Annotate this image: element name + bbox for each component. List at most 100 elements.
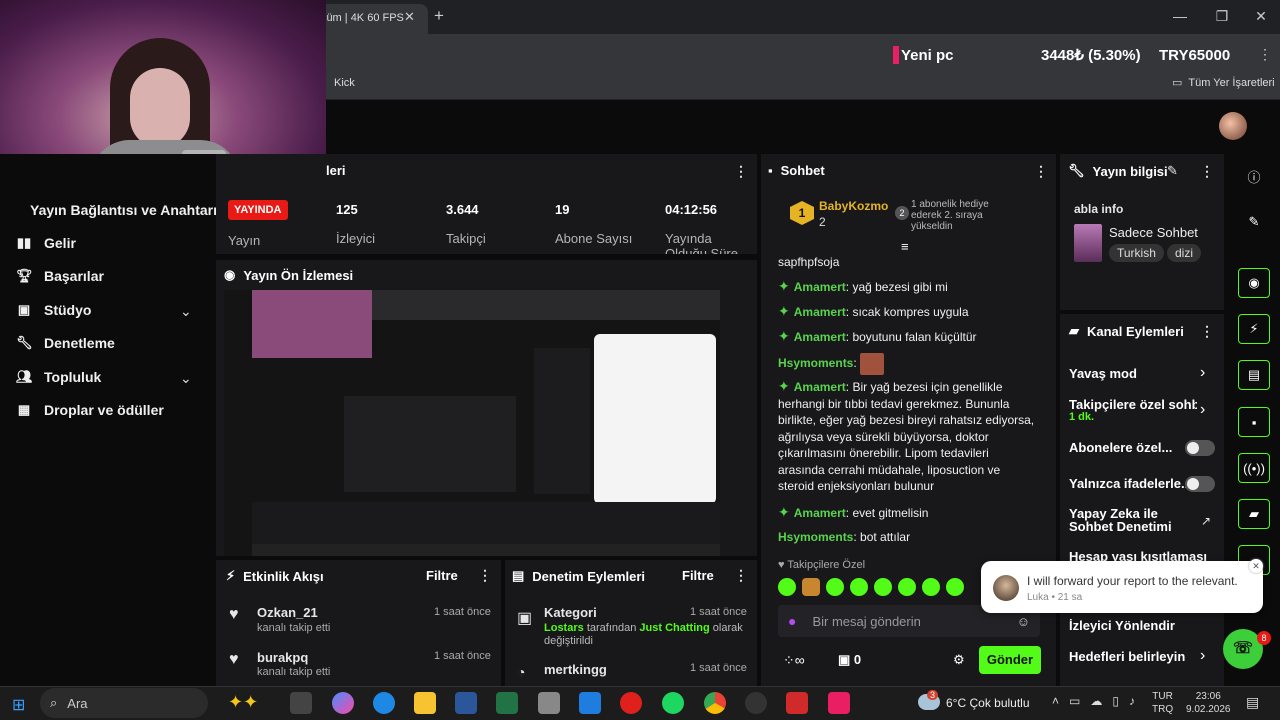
close-tab-icon[interactable]: ✕ [404, 9, 415, 25]
settings-icon[interactable]: ⚙︎ [953, 652, 965, 668]
action-raid[interactable]: İzleyici Yönlendir [1069, 618, 1175, 633]
message-user[interactable]: Hsymoments [778, 356, 853, 370]
word-icon[interactable] [455, 692, 477, 714]
infinity-icon[interactable]: ⁘∞ [783, 652, 805, 669]
chevron-right-icon[interactable]: › [1200, 647, 1205, 665]
activity-more-icon[interactable]: ⋮ [478, 567, 492, 584]
store-icon[interactable] [579, 692, 601, 714]
camera-rail-icon[interactable]: ◉ [1238, 268, 1270, 298]
subs-only-toggle[interactable] [1185, 440, 1215, 456]
edit-icon[interactable]: ✎ [1167, 163, 1178, 179]
copilot-app-icon[interactable] [332, 692, 354, 714]
close-window-icon[interactable]: ✕ [1251, 8, 1271, 25]
emote-icon[interactable] [898, 578, 916, 596]
emote-icon[interactable] [826, 578, 844, 596]
bolt-rail-icon[interactable]: ⚡︎ [1238, 314, 1270, 344]
chat-message: ✦ Amamert: evet gitmelisin [778, 504, 929, 520]
toast-close-icon[interactable]: ✕ [1249, 559, 1263, 573]
clock[interactable]: 23:06 9.02.2026 [1186, 690, 1231, 716]
tag-chip[interactable]: Turkish [1109, 244, 1164, 262]
emote-icon[interactable] [874, 578, 892, 596]
spotify-icon[interactable] [662, 692, 684, 714]
message-user[interactable]: Hsymoments [778, 530, 853, 544]
moderation-more-icon[interactable]: ⋮ [734, 567, 748, 584]
new-tab-icon[interactable]: + [434, 6, 444, 26]
sidebar-item-stream-key[interactable]: Yayın Bağlantısı ve Anahtarı [30, 202, 217, 218]
copilot-sparkle-icon[interactable]: ✦✦ [228, 692, 258, 713]
file-explorer-icon[interactable] [414, 692, 436, 714]
sidebar-item-community[interactable]: 👥︎ Topluluk [16, 369, 101, 385]
all-bookmarks[interactable]: ▭ Tüm Yer İşaretleri [1172, 76, 1275, 90]
sidebar-item-moderation[interactable]: 🔧︎ Denetleme [16, 335, 115, 351]
sidebar-item-revenue[interactable]: ▮▮ Gelir [16, 235, 76, 251]
more-menu-icon[interactable]: ⋮ [1258, 46, 1272, 63]
weather-text[interactable]: 6°C Çok bulutlu [946, 696, 1030, 710]
obs-icon[interactable] [745, 692, 767, 714]
external-link-icon[interactable]: ↗ [1201, 514, 1211, 528]
action-emote-only[interactable]: Yalnızca ifadelerle... [1069, 476, 1192, 491]
language-indicator[interactable]: TUR TRQ [1152, 690, 1173, 716]
action-goals[interactable]: Hedefleri belirleyin [1069, 649, 1185, 664]
doc-rail-icon[interactable]: ▤ [1238, 360, 1270, 390]
task-view-icon[interactable] [290, 692, 312, 714]
sidebar-item-achievements[interactable]: 🏆︎ Başarılar [16, 268, 104, 284]
bookmark-kick[interactable]: Kick [334, 77, 355, 89]
message-user[interactable]: Amamert [794, 280, 846, 294]
maximize-icon[interactable]: ❐ [1212, 8, 1232, 25]
opera-icon[interactable] [620, 692, 642, 714]
send-button[interactable]: Gönder [979, 646, 1041, 674]
message-user[interactable]: Amamert [794, 330, 846, 344]
action-subs-only[interactable]: Abonelere özel... [1069, 440, 1172, 455]
message-user[interactable]: Amamert [794, 305, 846, 319]
app-pink-icon[interactable] [828, 692, 850, 714]
calculator-icon[interactable] [538, 692, 560, 714]
activity-filter[interactable]: Filtre [426, 568, 458, 583]
channel-actions-more-icon[interactable]: ⋮ [1200, 323, 1214, 340]
emote-only-toggle[interactable] [1185, 476, 1215, 492]
tv-rail-icon[interactable]: ▰ [1238, 499, 1270, 529]
action-slow-mode[interactable]: Yavaş mod [1069, 366, 1137, 381]
action-ai-moderation[interactable]: Yapay Zeka ile Sohbet Denetimi [1069, 507, 1197, 533]
broadcast-rail-icon[interactable]: ((•)) [1238, 453, 1270, 483]
chat-more-icon[interactable]: ⋮ [1034, 163, 1048, 180]
tag-chip[interactable]: dizi [1167, 244, 1202, 262]
edge-icon[interactable] [373, 692, 395, 714]
chrome-icon[interactable] [704, 692, 726, 714]
moderation-filter[interactable]: Filtre [682, 568, 714, 583]
excel-icon[interactable] [496, 692, 518, 714]
stream-preview[interactable] [224, 290, 720, 556]
chevron-right-icon[interactable]: › [1200, 401, 1205, 419]
collapse-icon[interactable]: ≡ [901, 239, 909, 254]
emote-icon[interactable] [802, 578, 820, 596]
info-icon[interactable]: ⓘ [1238, 161, 1270, 191]
sidebar-item-drops[interactable]: ▦ Droplar ve ödüller [16, 402, 164, 418]
clock-date: 9.02.2026 [1186, 704, 1231, 715]
mic-icon[interactable]: ● [788, 613, 796, 629]
pencil-icon[interactable]: ✎ [1238, 207, 1270, 237]
emoji-icon[interactable]: ☺ [1017, 614, 1030, 629]
emote-icon[interactable] [778, 578, 796, 596]
emote-icon[interactable] [922, 578, 940, 596]
emote-icon[interactable] [946, 578, 964, 596]
message-user[interactable]: Amamert [794, 380, 846, 394]
app-red-icon[interactable] [786, 692, 808, 714]
sidebar-item-studio[interactable]: ▣ Stüdyo [16, 302, 92, 318]
chevron-down-icon[interactable]: ⌄ [180, 370, 192, 387]
points-display[interactable]: ▣ 0 [838, 652, 861, 668]
windows-start-icon[interactable]: ⊞ [12, 695, 25, 715]
avatar[interactable] [1219, 112, 1247, 140]
stats-more-icon[interactable]: ⋮ [734, 163, 748, 180]
chat-rail-icon[interactable]: ▪ [1238, 407, 1270, 437]
tray-icons[interactable]: ˄▭☁▯♪ [1052, 694, 1145, 708]
chevron-right-icon[interactable]: › [1200, 364, 1205, 382]
support-toast[interactable]: I will forward your report to the releva… [981, 559, 1263, 613]
message-user[interactable]: Amamert [794, 506, 846, 520]
chevron-down-icon[interactable]: ⌄ [180, 303, 192, 320]
notification-icon[interactable]: ▤ [1246, 694, 1259, 711]
action-followers-only[interactable]: Takipçilere özel sohbe [1069, 397, 1197, 412]
emote-icon[interactable] [850, 578, 868, 596]
taskbar-search[interactable]: ⌕ Ara [40, 688, 208, 718]
stream-info-more-icon[interactable]: ⋮ [1200, 163, 1214, 180]
minimize-icon[interactable]: — [1170, 8, 1190, 24]
stream-category[interactable]: Sadece Sohbet [1109, 225, 1198, 240]
